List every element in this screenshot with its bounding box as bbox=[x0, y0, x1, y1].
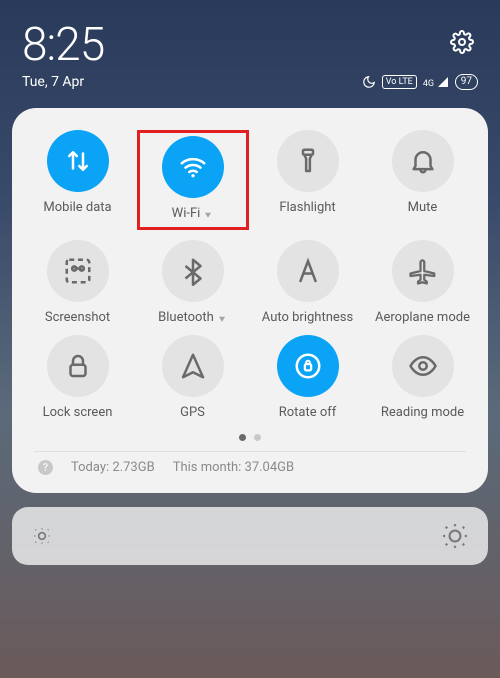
wifi-icon[interactable] bbox=[162, 136, 224, 198]
letter-a-icon[interactable] bbox=[277, 240, 339, 302]
expand-icon[interactable] bbox=[203, 209, 213, 219]
page-indicator bbox=[20, 434, 480, 441]
page-dot bbox=[239, 434, 246, 441]
tile-lock-screen[interactable]: Lock screen bbox=[22, 335, 134, 420]
settings-button[interactable] bbox=[450, 30, 474, 54]
date: Tue, 7 Apr bbox=[22, 74, 84, 90]
navigation-icon[interactable] bbox=[162, 335, 224, 397]
tile-label: Mobile data bbox=[43, 200, 111, 215]
tile-label: Aeroplane mode bbox=[375, 310, 470, 325]
tile-label: Mute bbox=[408, 200, 438, 215]
page-dot bbox=[254, 434, 261, 441]
tile-auto-brightness[interactable]: Auto brightness bbox=[252, 240, 364, 325]
tile-label: Auto brightness bbox=[262, 310, 353, 325]
brightness-high-icon bbox=[442, 523, 468, 549]
data-arrows-icon[interactable] bbox=[47, 130, 109, 192]
brightness-slider[interactable] bbox=[12, 507, 488, 565]
volte-badge: Vo LTE bbox=[382, 75, 417, 89]
tile-bluetooth[interactable]: Bluetooth bbox=[137, 240, 249, 325]
tile-reading-mode[interactable]: Reading mode bbox=[367, 335, 479, 420]
lock-icon[interactable] bbox=[47, 335, 109, 397]
bluetooth-icon[interactable] bbox=[162, 240, 224, 302]
tile-flashlight[interactable]: Flashlight bbox=[252, 130, 364, 230]
usage-today: Today: 2.73GB bbox=[71, 460, 155, 475]
tile-screenshot[interactable]: Screenshot bbox=[22, 240, 134, 325]
tile-label: Wi-Fi bbox=[172, 206, 214, 221]
quick-settings-panel: Mobile data Wi-Fi Flashlight Mute Screenshot… bbox=[12, 108, 488, 493]
screenshot-icon[interactable] bbox=[47, 240, 109, 302]
usage-month: This month: 37.04GB bbox=[173, 460, 294, 475]
brightness-low-icon bbox=[32, 526, 52, 546]
tile-wi-fi[interactable]: Wi-Fi bbox=[137, 130, 249, 230]
tile-rotate-off[interactable]: Rotate off bbox=[252, 335, 364, 420]
divider bbox=[34, 451, 466, 452]
bell-icon[interactable] bbox=[392, 130, 454, 192]
flashlight-icon[interactable] bbox=[277, 130, 339, 192]
tile-label: Rotate off bbox=[279, 405, 337, 420]
tile-mute[interactable]: Mute bbox=[367, 130, 479, 230]
rotate-lock-icon[interactable] bbox=[277, 335, 339, 397]
expand-icon[interactable] bbox=[217, 313, 227, 323]
tile-label: Screenshot bbox=[45, 310, 110, 325]
tile-gps[interactable]: GPS bbox=[137, 335, 249, 420]
eye-icon[interactable] bbox=[392, 335, 454, 397]
tile-label: GPS bbox=[180, 405, 205, 420]
info-icon: ? bbox=[38, 460, 53, 475]
status-bar: 8:25 Tue, 7 Apr Vo LTE 4G 97 bbox=[0, 0, 500, 94]
battery-indicator: 97 bbox=[455, 74, 478, 90]
dnd-icon bbox=[362, 75, 376, 89]
tile-mobile-data[interactable]: Mobile data bbox=[22, 130, 134, 230]
tile-label: Flashlight bbox=[279, 200, 335, 215]
status-icons: Vo LTE 4G 97 bbox=[362, 74, 478, 90]
data-usage-row[interactable]: ? Today: 2.73GB This month: 37.04GB bbox=[20, 460, 480, 483]
signal-icon: 4G bbox=[423, 76, 449, 89]
tile-aeroplane-mode[interactable]: Aeroplane mode bbox=[367, 240, 479, 325]
tile-label: Bluetooth bbox=[158, 310, 227, 325]
tile-label: Reading mode bbox=[381, 405, 464, 420]
clock: 8:25 bbox=[22, 18, 478, 72]
tile-label: Lock screen bbox=[43, 405, 113, 420]
airplane-icon[interactable] bbox=[392, 240, 454, 302]
quick-settings-grid: Mobile data Wi-Fi Flashlight Mute Screenshot… bbox=[20, 130, 480, 420]
